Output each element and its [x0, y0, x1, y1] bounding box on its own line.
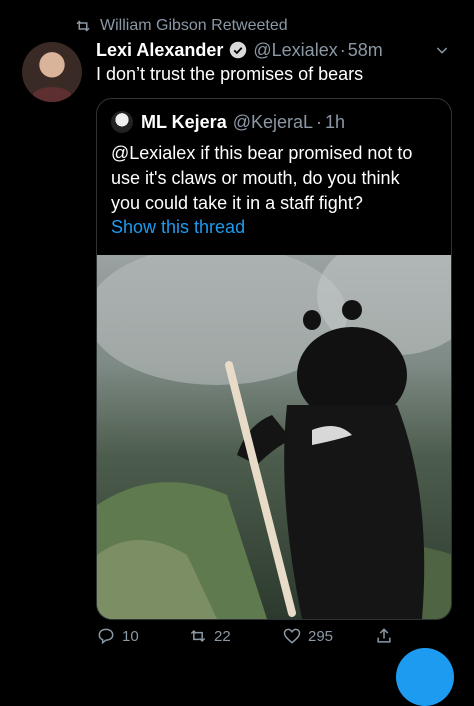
retweet-button[interactable]: 22: [188, 626, 231, 646]
quote-author-handle: @KejeraL: [232, 111, 314, 132]
verified-badge-icon: [230, 41, 247, 59]
quote-header: ML Kejera @KejeraL · 1h: [111, 111, 345, 133]
action-bar: 10 22 295: [96, 622, 452, 652]
quote-avatar: [111, 111, 133, 133]
share-icon: [377, 628, 391, 643]
quote-tweet-card[interactable]: ML Kejera @KejeraL · 1h @Lexialex if thi…: [96, 98, 452, 620]
quote-line: @Lexialex if this bear promised not to: [111, 143, 413, 163]
media-image[interactable]: [97, 255, 451, 619]
show-thread-link[interactable]: Show this thread: [111, 217, 245, 238]
like-button[interactable]: 295: [282, 626, 333, 646]
quote-separator: ·: [316, 111, 323, 132]
compose-button[interactable]: [396, 648, 454, 706]
like-icon: [283, 628, 301, 644]
quote-text: @Lexialex if this bear promised not to u…: [111, 141, 437, 216]
reply-button[interactable]: 10: [96, 626, 139, 646]
reply-icon: [98, 628, 114, 645]
avatar[interactable]: [22, 42, 82, 102]
share-button[interactable]: [374, 626, 400, 646]
like-count: 295: [308, 627, 334, 645]
bear-photo: [97, 255, 451, 619]
retweet-context[interactable]: William Gibson Retweeted: [74, 16, 288, 36]
quote-line: you could take it in a staff fight?: [111, 193, 363, 213]
tweet-text: I don’t trust the promises of bears: [96, 64, 364, 84]
tweet-time[interactable]: 58m: [348, 40, 383, 61]
separator-dot: ·: [339, 39, 346, 60]
reply-count: 10: [122, 627, 139, 645]
quote-line: use it's claws or mouth, do you think: [111, 168, 400, 188]
quote-author-name: ML Kejera: [141, 111, 227, 132]
tweet-author-row: Lexi Alexander @Lexialex · 58m: [96, 38, 383, 62]
author-name[interactable]: Lexi Alexander: [96, 40, 223, 61]
chevron-down-icon[interactable]: [434, 42, 450, 58]
author-handle[interactable]: @Lexialex: [253, 40, 337, 61]
retweet-icon: [76, 20, 90, 32]
retweet-count: 22: [214, 627, 231, 645]
quote-time: 1h: [325, 111, 346, 132]
retweet-label: William Gibson Retweeted: [100, 17, 288, 34]
retweet-icon: [190, 629, 206, 643]
